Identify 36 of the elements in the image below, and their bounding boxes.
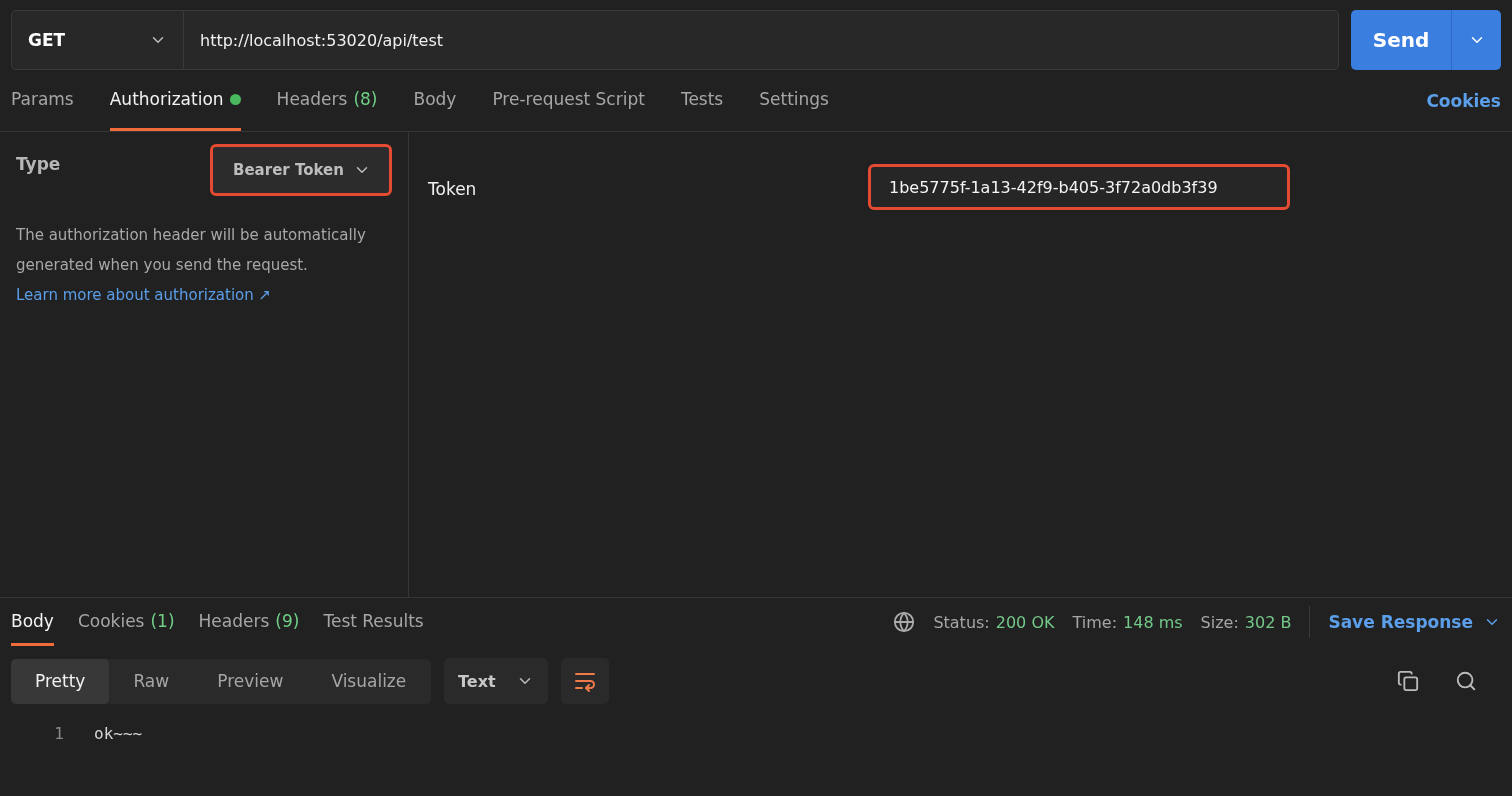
globe-icon[interactable] — [893, 611, 916, 633]
response-stat: Time: 148 ms — [1072, 612, 1183, 632]
response-tab[interactable]: Body — [11, 598, 54, 646]
wrap-lines-button[interactable] — [561, 658, 609, 704]
auth-type-dropdown[interactable]: Bearer Token — [210, 144, 392, 196]
learn-more-link[interactable]: Learn more about authorization ↗ — [16, 286, 272, 304]
request-tab[interactable]: Headers (8) — [276, 70, 378, 131]
cookies-link[interactable]: Cookies — [1426, 70, 1501, 131]
request-tab[interactable]: Authorization — [109, 70, 241, 131]
request-tab[interactable]: Tests — [680, 70, 724, 131]
type-label: Type — [16, 154, 61, 174]
line-number: 1 — [53, 724, 65, 743]
auth-description: The authorization header will be automatically generated when you send the request. Learn more about authorization ↗ — [16, 225, 367, 306]
view-tab[interactable]: Visualize — [307, 658, 431, 704]
token-field[interactable]: 1be5775f-1a13-42f9-b405-3f72a0db3f39 — [868, 164, 1290, 210]
token-label: Token — [428, 179, 478, 199]
response-stat: Size: 302 B — [1200, 612, 1292, 632]
request-tab[interactable]: Settings — [759, 70, 829, 131]
send-button[interactable]: Send — [1351, 10, 1451, 70]
view-tab[interactable]: Pretty — [11, 658, 110, 704]
view-tab[interactable]: Preview — [193, 658, 308, 704]
request-tab[interactable]: Pre-request Script — [492, 70, 645, 131]
response-tab[interactable]: Headers (9) — [198, 598, 300, 646]
code-line: ok~~~ — [94, 724, 143, 743]
copy-icon — [1397, 670, 1419, 692]
response-tab[interactable]: Test Results — [323, 598, 424, 646]
search-icon — [1455, 670, 1477, 692]
url-bar[interactable]: GET http://localhost:53020/api/test — [11, 10, 1339, 70]
view-tab[interactable]: Raw — [109, 658, 194, 704]
request-tab[interactable]: Body — [413, 70, 457, 131]
response-tab[interactable]: Cookies (1) — [77, 598, 175, 646]
request-tab[interactable]: Params — [11, 70, 74, 131]
method-dropdown[interactable]: GET — [12, 11, 184, 69]
format-dropdown[interactable]: Text — [444, 658, 548, 704]
save-response-button[interactable]: Save Response — [1328, 612, 1501, 632]
response-stat: Status: 200 OK — [933, 612, 1055, 632]
